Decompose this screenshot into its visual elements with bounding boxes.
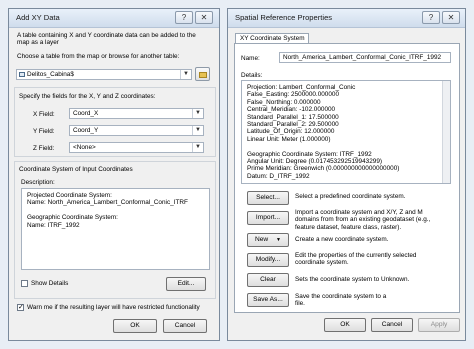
new-button[interactable]: New ▼ xyxy=(247,233,289,247)
table-select[interactable]: Delitos_Cabina$ ▼ xyxy=(16,69,192,80)
close-button[interactable]: ✕ xyxy=(442,11,460,24)
add-xy-data-window: Add XY Data ? ✕ A table containing X and… xyxy=(8,8,220,341)
chevron-down-icon: ▼ xyxy=(180,70,191,79)
spatial-reference-window: Spatial Reference Properties ? ✕ XY Coor… xyxy=(227,8,466,341)
srp-title: Spatial Reference Properties xyxy=(235,13,333,22)
add-xy-intro: A table containing X and Y coordinate da… xyxy=(17,32,196,47)
select-button[interactable]: Select... xyxy=(247,191,289,205)
warn-label: Warn me if the resulting layer will have… xyxy=(27,304,200,311)
chevron-down-icon: ▼ xyxy=(192,143,203,152)
details-scrollbar[interactable] xyxy=(442,81,450,183)
chevron-down-icon: ▼ xyxy=(192,126,203,135)
show-details-checkbox[interactable] xyxy=(21,280,28,287)
z-field-label: Z Field: xyxy=(33,145,55,152)
help-button[interactable]: ? xyxy=(422,11,440,24)
coord-sys-label: Coordinate System of Input Coordinates xyxy=(19,166,133,173)
name-field[interactable]: North_America_Lambert_Conformal_Conic_IT… xyxy=(279,52,451,63)
browse-folder-button[interactable] xyxy=(195,67,210,81)
fields-group: Specify the fields for the X, Y and Z co… xyxy=(14,87,216,157)
edit-button[interactable]: Edit... xyxy=(166,277,206,291)
show-details-label: Show Details xyxy=(31,280,69,287)
select-description: Select a predefined coordinate system. xyxy=(295,193,406,200)
folder-icon xyxy=(199,72,207,78)
chevron-down-icon: ▼ xyxy=(192,109,203,118)
help-button[interactable]: ? xyxy=(175,11,193,24)
dropdown-arrow-icon: ▼ xyxy=(276,237,281,243)
warn-checkbox[interactable]: ✓ xyxy=(17,304,24,311)
coordinate-system-group: Coordinate System of Input Coordinates D… xyxy=(14,161,216,299)
import-description: Import a coordinate system and X/Y, Z an… xyxy=(295,209,431,231)
details-label: Details: xyxy=(241,72,263,79)
y-field-select[interactable]: Coord_Y ▼ xyxy=(69,125,204,136)
table-icon xyxy=(19,72,25,77)
add-xy-titlebar[interactable]: Add XY Data ? ✕ xyxy=(9,9,219,28)
y-field-label: Y Field: xyxy=(33,128,55,135)
cancel-button[interactable]: Cancel xyxy=(163,319,207,333)
import-button[interactable]: Import... xyxy=(247,211,289,225)
close-button[interactable]: ✕ xyxy=(195,11,213,24)
choose-table-label: Choose a table from the map or browse fo… xyxy=(17,53,180,60)
modify-description: Edit the properties of the currently sel… xyxy=(295,252,417,267)
srp-titlebar[interactable]: Spatial Reference Properties ? ✕ xyxy=(228,9,465,28)
apply-button[interactable]: Apply xyxy=(418,318,460,332)
modify-button[interactable]: Modify... xyxy=(247,253,289,267)
z-field-select[interactable]: <None> ▼ xyxy=(69,142,204,153)
save-as-button[interactable]: Save As... xyxy=(247,293,289,307)
name-label: Name: xyxy=(241,55,260,62)
cancel-button[interactable]: Cancel xyxy=(371,318,413,332)
description-label: Description: xyxy=(21,179,55,186)
save-as-description: Save the coordinate system to a file. xyxy=(295,293,387,308)
new-description: Create a new coordinate system. xyxy=(295,236,389,243)
x-field-label: X Field: xyxy=(33,111,55,118)
ok-button[interactable]: OK xyxy=(324,318,366,332)
add-xy-title: Add XY Data xyxy=(16,13,60,22)
ok-button[interactable]: OK xyxy=(113,319,157,333)
clear-button[interactable]: Clear xyxy=(247,273,289,287)
description-box[interactable]: Projected Coordinate System: Name: North… xyxy=(21,188,210,270)
x-field-select[interactable]: Coord_X ▼ xyxy=(69,108,204,119)
xy-coordinate-panel: Name: North_America_Lambert_Conformal_Co… xyxy=(234,43,460,313)
clear-description: Sets the coordinate system to Unknown. xyxy=(295,276,410,283)
details-box[interactable]: Projection: Lambert_Conformal_Conic Fals… xyxy=(241,80,451,184)
specify-fields-label: Specify the fields for the X, Y and Z co… xyxy=(19,93,156,100)
